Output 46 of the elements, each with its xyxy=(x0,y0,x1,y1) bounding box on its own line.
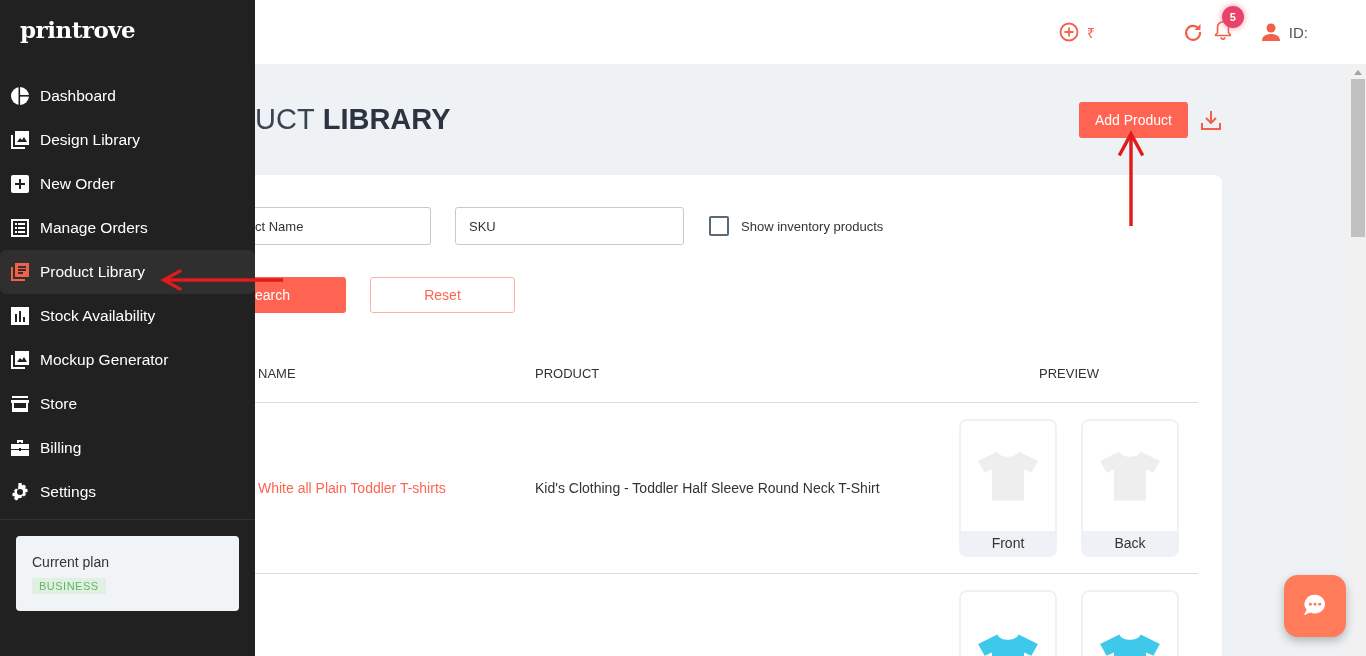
image-icon xyxy=(10,130,30,150)
column-header: PREVIEW xyxy=(1038,366,1100,381)
sidebar-item[interactable]: Stock Availability xyxy=(0,294,255,338)
sidebar-item[interactable]: Product Library xyxy=(0,250,255,294)
notification-bell-icon[interactable] xyxy=(1212,20,1233,40)
sidebar-item[interactable]: Manage Orders xyxy=(0,206,255,250)
sidebar-item[interactable]: Dashboard xyxy=(0,74,255,118)
preview-card[interactable]: Back xyxy=(1081,419,1179,557)
pie-chart-icon xyxy=(10,86,30,106)
user-id: ID: xyxy=(1288,23,1308,41)
wallet-balance: ₹ xyxy=(1086,23,1095,42)
sku-field[interactable]: SKU xyxy=(455,207,684,245)
sidebar-item[interactable]: Design Library xyxy=(0,118,255,162)
scrollbar[interactable] xyxy=(1349,64,1366,656)
plan-label: Current plan xyxy=(32,554,111,570)
sidebar-item[interactable]: Billing xyxy=(0,426,255,470)
sidebar-item[interactable]: Store xyxy=(0,382,255,426)
add-funds-icon[interactable] xyxy=(1058,22,1079,42)
checkbox-label: Show inventory products xyxy=(741,218,884,234)
list-icon xyxy=(10,218,30,238)
plus-icon xyxy=(10,174,30,194)
download-icon[interactable] xyxy=(1200,108,1222,131)
user-icon[interactable] xyxy=(1260,22,1281,42)
plan-tag: BUSINESS xyxy=(32,578,106,594)
table-cell: Kid's Clothing - Toddler Half Sleeve Round Neck T-Shirt xyxy=(535,480,880,496)
image-icon xyxy=(10,350,30,370)
preview-card[interactable]: Front xyxy=(959,419,1057,557)
notification-count: 5 xyxy=(1221,6,1244,28)
store-icon xyxy=(10,394,30,414)
brand-logo[interactable]: printrove xyxy=(0,0,156,74)
library-icon xyxy=(10,262,30,282)
briefcase-icon xyxy=(10,438,30,458)
settings-icon xyxy=(10,482,30,502)
preview-label: Back xyxy=(1083,531,1177,555)
bar-chart-icon xyxy=(10,306,30,326)
chat-button[interactable] xyxy=(1284,575,1346,637)
product-name-field[interactable]: ct Name xyxy=(255,207,431,245)
checkbox[interactable] xyxy=(709,216,729,236)
refresh-icon[interactable] xyxy=(1182,22,1203,42)
sidebar-item[interactable]: New Order xyxy=(0,162,255,206)
page-title: UCT LIBRARY xyxy=(255,103,452,136)
sidebar-item[interactable]: Mockup Generator xyxy=(0,338,255,382)
column-header: PRODUCT xyxy=(535,366,601,381)
sidebar-item[interactable]: Settings xyxy=(0,470,255,514)
column-header: NAME xyxy=(257,366,297,381)
preview-label: Front xyxy=(961,531,1055,555)
